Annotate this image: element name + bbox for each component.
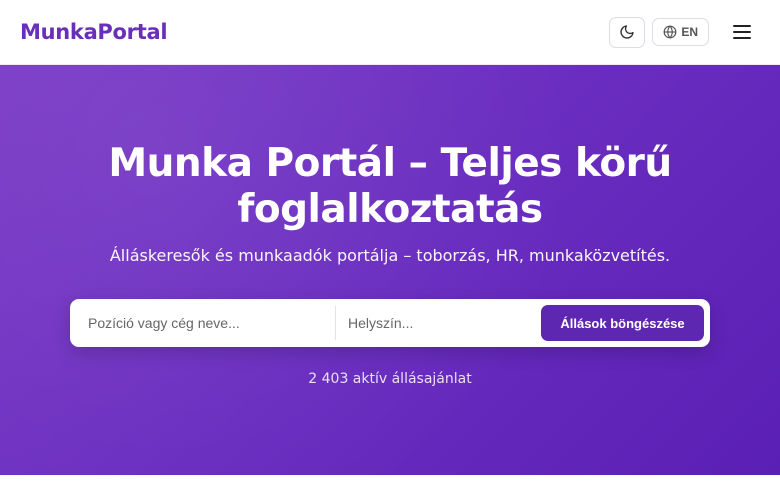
language-label: EN — [681, 25, 698, 39]
header-actions: EN — [609, 16, 760, 48]
globe-icon — [663, 25, 677, 39]
position-search-input[interactable] — [70, 305, 335, 341]
theme-toggle-button[interactable] — [609, 16, 646, 48]
hero-subtitle: Álláskeresők és munkaadók portálja – tob… — [109, 246, 671, 265]
browse-jobs-button[interactable]: Állások böngészése — [541, 305, 704, 341]
job-search-form: Állások böngészése — [70, 299, 710, 347]
language-switch-button[interactable]: EN — [652, 18, 709, 46]
site-header: MunkaPortal EN — [0, 0, 780, 65]
location-search-input[interactable] — [336, 305, 541, 341]
moon-icon — [620, 25, 634, 39]
hero-title: Munka Portál – Teljes körű foglalkoztatá… — [108, 141, 672, 232]
site-logo[interactable]: MunkaPortal — [20, 20, 168, 44]
hero-section: Munka Portál – Teljes körű foglalkoztatá… — [0, 65, 780, 475]
hamburger-menu-icon — [733, 25, 751, 39]
main-menu-button[interactable] — [724, 17, 760, 48]
active-jobs-count: 2 403 aktív állásajánlat — [308, 371, 472, 387]
